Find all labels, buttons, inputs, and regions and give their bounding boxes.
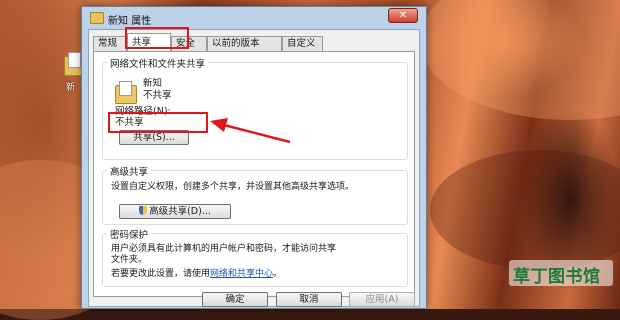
watermark: 草丁图书馆 <box>509 260 613 287</box>
watermark-text: 草丁图书馆 <box>513 267 601 287</box>
